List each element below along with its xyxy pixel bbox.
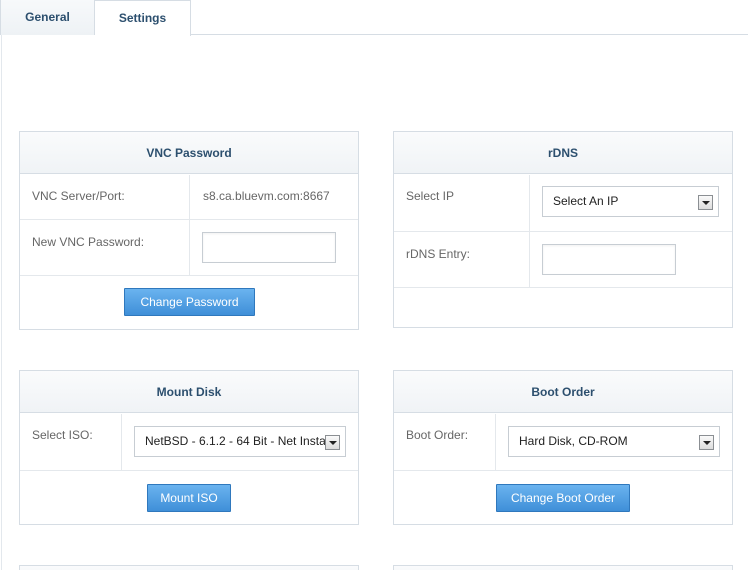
mount-disk-panel: Mount Disk Select ISO: NetBSD - 6.1.2 - … <box>19 370 359 525</box>
tab-settings[interactable]: Settings <box>95 0 191 36</box>
vnc-server-row: VNC Server/Port: s8.ca.bluevm.com:8667 <box>20 175 358 220</box>
vnc-new-password-label: New VNC Password: <box>32 235 145 249</box>
panel-partial-right <box>393 565 733 570</box>
boot-order-value: Hard Disk, CD-ROM <box>519 434 628 448</box>
vnc-server-label: VNC Server/Port: <box>32 189 125 203</box>
boot-order-title: Boot Order <box>394 371 732 413</box>
rdns-select-ip-row: Select IP Select An IP <box>394 175 732 232</box>
change-password-button[interactable]: Change Password <box>124 288 255 316</box>
divider <box>495 414 496 470</box>
rdns-entry-input[interactable] <box>542 244 676 275</box>
chevron-down-icon[interactable] <box>698 195 713 210</box>
mount-disk-title: Mount Disk <box>20 371 358 413</box>
select-ip-label: Select IP <box>406 189 455 203</box>
divider <box>529 175 530 231</box>
vnc-new-password-row: New VNC Password: <box>20 220 358 276</box>
chevron-down-icon[interactable] <box>699 435 714 450</box>
vnc-password-panel: VNC Password VNC Server/Port: s8.ca.blue… <box>19 131 359 330</box>
mount-iso-button[interactable]: Mount ISO <box>147 484 231 512</box>
divider <box>189 175 190 219</box>
select-ip-dropdown[interactable]: Select An IP <box>542 186 719 217</box>
boot-order-row: Boot Order: Hard Disk, CD-ROM <box>394 414 732 471</box>
select-iso-dropdown[interactable]: NetBSD - 6.1.2 - 64 Bit - Net Install <box>134 426 346 457</box>
select-ip-value: Select An IP <box>553 194 619 208</box>
chevron-down-icon[interactable] <box>325 435 340 450</box>
panel-partial-left <box>19 565 359 570</box>
rdns-title: rDNS <box>394 132 732 174</box>
select-iso-row: Select ISO: NetBSD - 6.1.2 - 64 Bit - Ne… <box>20 414 358 471</box>
rdns-entry-label: rDNS Entry: <box>406 247 471 261</box>
vnc-server-value: s8.ca.bluevm.com:8667 <box>203 189 330 203</box>
rdns-panel: rDNS Select IP Select An IP rDNS Entry: <box>393 131 733 328</box>
boot-order-label: Boot Order: <box>406 428 469 442</box>
tab-general[interactable]: General <box>0 0 95 35</box>
tab-bar: General Settings <box>0 0 748 36</box>
divider <box>529 232 530 287</box>
divider <box>121 414 122 470</box>
select-iso-value: NetBSD - 6.1.2 - 64 Bit - Net Install <box>145 434 332 448</box>
change-boot-order-button[interactable]: Change Boot Order <box>496 484 630 512</box>
content-border <box>1 35 2 570</box>
divider <box>189 220 190 275</box>
rdns-entry-row: rDNS Entry: <box>394 232 732 288</box>
vnc-new-password-input[interactable] <box>202 232 336 263</box>
boot-order-dropdown[interactable]: Hard Disk, CD-ROM <box>508 426 720 457</box>
boot-order-panel: Boot Order Boot Order: Hard Disk, CD-ROM… <box>393 370 733 525</box>
vnc-password-title: VNC Password <box>20 132 358 174</box>
select-iso-label: Select ISO: <box>32 428 93 442</box>
